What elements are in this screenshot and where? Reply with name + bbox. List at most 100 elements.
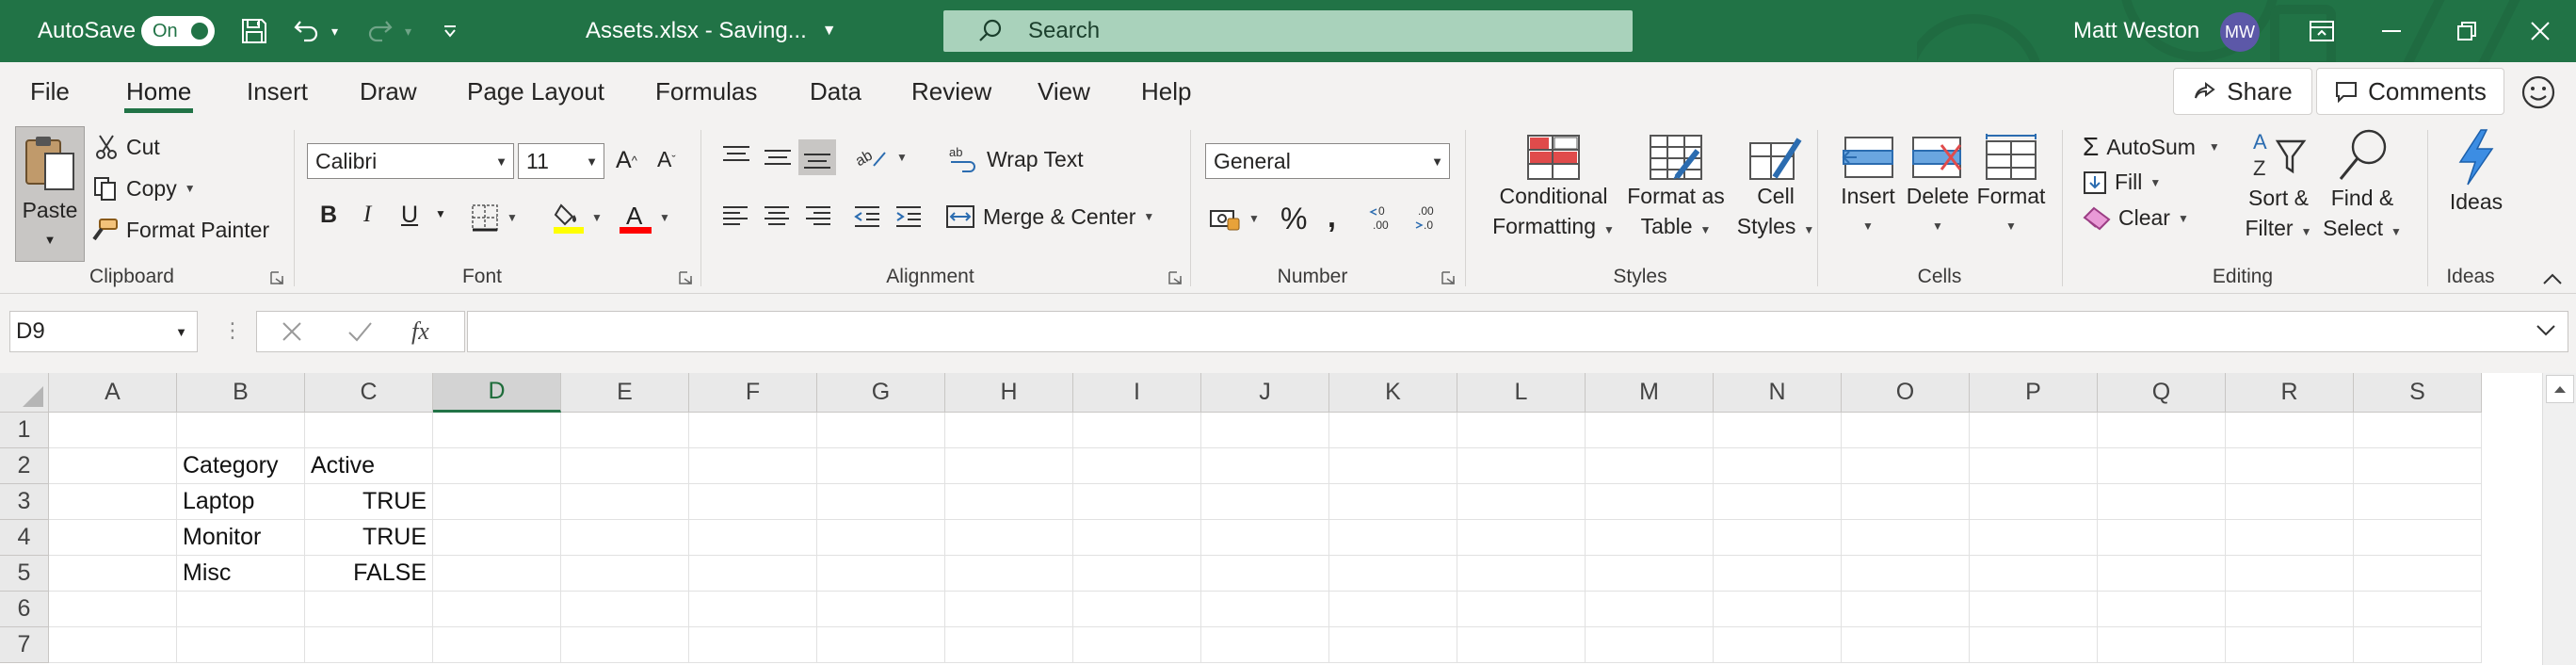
cell-s7[interactable]: [2354, 627, 2482, 663]
orientation-button[interactable]: ab ▼: [855, 143, 908, 171]
expand-formula-bar-chevron-down-icon[interactable]: [2536, 323, 2556, 338]
column-header-b[interactable]: B: [177, 373, 305, 413]
row-header-7[interactable]: 7: [0, 627, 49, 663]
cell-l7[interactable]: [1457, 627, 1586, 663]
save-icon[interactable]: [235, 0, 273, 62]
cancel-entry-icon[interactable]: [278, 317, 306, 346]
column-header-l[interactable]: L: [1457, 373, 1586, 413]
cell-s1[interactable]: [2354, 413, 2482, 448]
cell-a1[interactable]: [49, 413, 177, 448]
cell-i1[interactable]: [1073, 413, 1201, 448]
cell-i6[interactable]: [1073, 592, 1201, 627]
cell-i2[interactable]: [1073, 448, 1201, 484]
cell-o2[interactable]: [1842, 448, 1970, 484]
cell-e7[interactable]: [561, 627, 689, 663]
row-header-6[interactable]: 6: [0, 592, 49, 627]
format-as-table-button[interactable]: Format as Table ▼: [1619, 134, 1732, 245]
column-header-d[interactable]: D: [433, 373, 561, 413]
column-header-h[interactable]: H: [945, 373, 1073, 413]
vertical-scrollbar[interactable]: [2542, 373, 2576, 665]
cell-m3[interactable]: [1586, 484, 1714, 520]
row-header-2[interactable]: 2: [0, 448, 49, 484]
cell-k1[interactable]: [1329, 413, 1457, 448]
cell-r5[interactable]: [2226, 556, 2354, 592]
cell-d3[interactable]: [433, 484, 561, 520]
autosum-button[interactable]: Σ AutoSum ▼: [2083, 132, 2220, 162]
feedback-smiley-icon[interactable]: [2520, 73, 2557, 111]
cell-b6[interactable]: [177, 592, 305, 627]
italic-button[interactable]: I: [363, 202, 371, 228]
middle-align-button[interactable]: [763, 143, 793, 171]
column-header-e[interactable]: E: [561, 373, 689, 413]
row-header-4[interactable]: 4: [0, 520, 49, 556]
tab-data[interactable]: Data: [810, 62, 861, 121]
cell-n4[interactable]: [1714, 520, 1842, 556]
cell-r4[interactable]: [2226, 520, 2354, 556]
cell-m4[interactable]: [1586, 520, 1714, 556]
row-header-5[interactable]: 5: [0, 556, 49, 592]
cell-g7[interactable]: [817, 627, 945, 663]
cell-g4[interactable]: [817, 520, 945, 556]
cell-r3[interactable]: [2226, 484, 2354, 520]
top-align-button[interactable]: [721, 143, 751, 171]
select-all-corner[interactable]: [0, 373, 49, 413]
cell-e5[interactable]: [561, 556, 689, 592]
cell-q3[interactable]: [2098, 484, 2226, 520]
decrease-font-size-button[interactable]: Aˇ: [657, 147, 676, 172]
cell-k7[interactable]: [1329, 627, 1457, 663]
increase-decimal-button[interactable]: 0.00: [1369, 203, 1401, 232]
fill-button[interactable]: Fill ▼: [2083, 170, 2161, 195]
cell-styles-button[interactable]: Cell Styles ▼: [1729, 134, 1823, 245]
cell-o5[interactable]: [1842, 556, 1970, 592]
cell-b4[interactable]: Monitor: [177, 520, 305, 556]
column-header-n[interactable]: N: [1714, 373, 1842, 413]
fill-color-button[interactable]: ▼: [554, 202, 603, 234]
formula-input[interactable]: [467, 311, 2568, 352]
cell-g3[interactable]: [817, 484, 945, 520]
cell-n3[interactable]: [1714, 484, 1842, 520]
cell-c2[interactable]: Active: [305, 448, 433, 484]
cell-h4[interactable]: [945, 520, 1073, 556]
close-icon[interactable]: [2521, 0, 2559, 62]
cell-o6[interactable]: [1842, 592, 1970, 627]
cell-i4[interactable]: [1073, 520, 1201, 556]
cell-s5[interactable]: [2354, 556, 2482, 592]
cell-i3[interactable]: [1073, 484, 1201, 520]
cell-m2[interactable]: [1586, 448, 1714, 484]
align-left-button[interactable]: [721, 203, 749, 230]
avatar[interactable]: MW: [2220, 12, 2260, 52]
cell-d4[interactable]: [433, 520, 561, 556]
collapse-ribbon-chevron-up-icon[interactable]: [2542, 271, 2563, 286]
cell-s2[interactable]: [2354, 448, 2482, 484]
row-header-3[interactable]: 3: [0, 484, 49, 520]
font-color-button[interactable]: A ▼: [620, 202, 670, 234]
cell-n5[interactable]: [1714, 556, 1842, 592]
number-dialog-launcher-icon[interactable]: [1441, 271, 1455, 284]
cell-l1[interactable]: [1457, 413, 1586, 448]
accounting-format-button[interactable]: ▼: [1209, 205, 1260, 232]
cell-m5[interactable]: [1586, 556, 1714, 592]
cell-r1[interactable]: [2226, 413, 2354, 448]
tab-view[interactable]: View: [1038, 62, 1090, 121]
tab-review[interactable]: Review: [911, 62, 991, 121]
cell-a4[interactable]: [49, 520, 177, 556]
align-center-button[interactable]: [763, 203, 791, 230]
cell-d7[interactable]: [433, 627, 561, 663]
copy-button[interactable]: Copy ▼: [92, 175, 196, 202]
column-header-q[interactable]: Q: [2098, 373, 2226, 413]
formula-bar-grip-icon[interactable]: ⋮: [222, 318, 243, 343]
cell-h6[interactable]: [945, 592, 1073, 627]
cell-r7[interactable]: [2226, 627, 2354, 663]
cell-g6[interactable]: [817, 592, 945, 627]
cell-q4[interactable]: [2098, 520, 2226, 556]
underline-chevron-down-icon[interactable]: ▼: [435, 207, 446, 220]
merge-center-button[interactable]: Merge & Center ▼: [945, 203, 1154, 230]
cell-a5[interactable]: [49, 556, 177, 592]
cell-o7[interactable]: [1842, 627, 1970, 663]
cell-q5[interactable]: [2098, 556, 2226, 592]
cell-h5[interactable]: [945, 556, 1073, 592]
cell-o1[interactable]: [1842, 413, 1970, 448]
cell-j5[interactable]: [1201, 556, 1329, 592]
font-size-combo[interactable]: 11 ▼: [518, 143, 604, 179]
column-header-f[interactable]: F: [689, 373, 817, 413]
